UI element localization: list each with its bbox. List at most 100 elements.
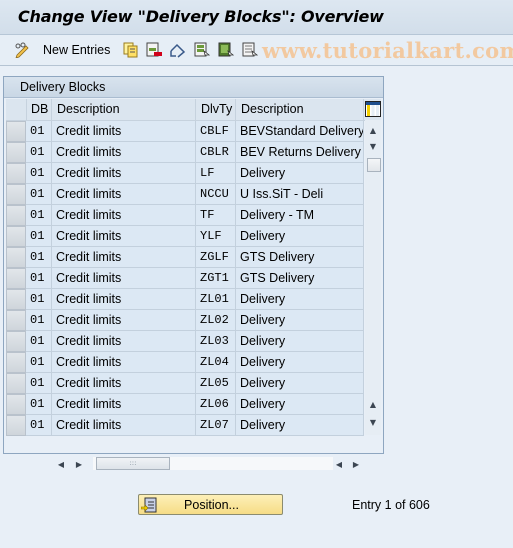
row-selector[interactable] <box>6 247 26 268</box>
scroll-page-down-button[interactable]: ▼ <box>365 414 381 430</box>
column-header-dlvty[interactable]: DlvTy <box>196 99 236 120</box>
cell-dlvty[interactable]: ZL02 <box>196 310 236 331</box>
row-selector[interactable] <box>6 268 26 289</box>
table-row[interactable]: 01 Credit limits ZL05 Delivery <box>6 373 364 394</box>
cell-description[interactable]: Credit limits <box>52 247 196 268</box>
table-row[interactable]: 01 Credit limits ZL04 Delivery <box>6 352 364 373</box>
row-selector[interactable] <box>6 289 26 310</box>
cell-dlvty[interactable]: NCCU <box>196 184 236 205</box>
table-row[interactable]: 01 Credit limits TF Delivery - TM <box>6 205 364 226</box>
cell-description[interactable]: Credit limits <box>52 373 196 394</box>
cell-dlvty[interactable]: ZL07 <box>196 415 236 436</box>
new-entries-button[interactable]: New Entries <box>43 41 110 59</box>
cell-description[interactable]: Credit limits <box>52 331 196 352</box>
cell-description[interactable]: Credit limits <box>52 268 196 289</box>
cell-dlvty[interactable]: ZL03 <box>196 331 236 352</box>
cell-dlvty[interactable]: ZGT1 <box>196 268 236 289</box>
cell-description[interactable]: Credit limits <box>52 205 196 226</box>
cell-db[interactable]: 01 <box>26 247 52 268</box>
scroll-right-button[interactable]: ▶ <box>72 456 86 472</box>
cell-db[interactable]: 01 <box>26 268 52 289</box>
cell-delivery-description[interactable]: GTS Delivery <box>236 268 364 289</box>
cell-description[interactable]: Credit limits <box>52 163 196 184</box>
vertical-scroll-thumb[interactable] <box>367 158 381 172</box>
cell-description[interactable]: Credit limits <box>52 121 196 142</box>
cell-delivery-description[interactable]: BEV Returns Delivery <box>236 142 364 163</box>
table-row[interactable]: 01 Credit limits ZL02 Delivery <box>6 310 364 331</box>
cell-db[interactable]: 01 <box>26 415 52 436</box>
table-row[interactable]: 01 Credit limits ZGT1 GTS Delivery <box>6 268 364 289</box>
scroll-left-end-button[interactable]: ◀ <box>332 456 346 472</box>
cell-delivery-description[interactable]: BEVStandard Delivery <box>236 121 364 142</box>
cell-delivery-description[interactable]: Delivery <box>236 331 364 352</box>
cell-db[interactable]: 01 <box>26 331 52 352</box>
row-selector[interactable] <box>6 331 26 352</box>
scroll-left-button[interactable]: ◀ <box>54 456 68 472</box>
row-selector[interactable] <box>6 310 26 331</box>
cell-db[interactable]: 01 <box>26 289 52 310</box>
cell-dlvty[interactable]: CBLR <box>196 142 236 163</box>
cell-dlvty[interactable]: ZGLF <box>196 247 236 268</box>
select-all-rows-button[interactable] <box>6 99 27 120</box>
table-row[interactable]: 01 Credit limits ZL01 Delivery <box>6 289 364 310</box>
cell-delivery-description[interactable]: Delivery <box>236 163 364 184</box>
table-row[interactable]: 01 Credit limits NCCU U Iss.SiT - Deli <box>6 184 364 205</box>
table-row[interactable]: 01 Credit limits CBLF BEVStandard Delivery <box>6 121 364 142</box>
cell-description[interactable]: Credit limits <box>52 310 196 331</box>
row-selector[interactable] <box>6 184 26 205</box>
delete-button[interactable] <box>146 41 162 59</box>
row-selector[interactable] <box>6 121 26 142</box>
cell-delivery-description[interactable]: Delivery <box>236 415 364 436</box>
cell-dlvty[interactable]: LF <box>196 163 236 184</box>
table-row[interactable]: 01 Credit limits ZL06 Delivery <box>6 394 364 415</box>
cell-delivery-description[interactable]: U Iss.SiT - Deli <box>236 184 364 205</box>
cell-delivery-description[interactable]: Delivery - TM <box>236 205 364 226</box>
cell-description[interactable]: Credit limits <box>52 415 196 436</box>
cell-delivery-description[interactable]: GTS Delivery <box>236 247 364 268</box>
row-selector[interactable] <box>6 205 26 226</box>
table-row[interactable]: 01 Credit limits YLF Delivery <box>6 226 364 247</box>
select-block-button[interactable] <box>218 41 234 59</box>
horizontal-scroll-thumb[interactable]: ::: <box>96 457 170 470</box>
row-selector[interactable] <box>6 142 26 163</box>
cell-db[interactable]: 01 <box>26 310 52 331</box>
cell-db[interactable]: 01 <box>26 142 52 163</box>
scroll-up-button[interactable]: ▲ <box>365 122 381 138</box>
table-settings-button[interactable] <box>365 101 381 117</box>
cell-dlvty[interactable]: CBLF <box>196 121 236 142</box>
cell-dlvty[interactable]: ZL06 <box>196 394 236 415</box>
row-selector[interactable] <box>6 394 26 415</box>
column-header-description[interactable]: Description <box>52 99 196 120</box>
cell-db[interactable]: 01 <box>26 394 52 415</box>
display-change-button[interactable] <box>14 41 32 59</box>
cell-description[interactable]: Credit limits <box>52 142 196 163</box>
cell-description[interactable]: Credit limits <box>52 394 196 415</box>
deselect-all-button[interactable] <box>242 41 258 59</box>
cell-db[interactable]: 01 <box>26 352 52 373</box>
column-header-delivery-description[interactable]: Description <box>236 99 364 120</box>
cell-delivery-description[interactable]: Delivery <box>236 394 364 415</box>
cell-delivery-description[interactable]: Delivery <box>236 289 364 310</box>
scroll-down-button[interactable]: ▼ <box>365 138 381 154</box>
column-header-db[interactable]: DB <box>26 99 52 120</box>
row-selector[interactable] <box>6 226 26 247</box>
cell-db[interactable]: 01 <box>26 205 52 226</box>
cell-dlvty[interactable]: YLF <box>196 226 236 247</box>
cell-dlvty[interactable]: TF <box>196 205 236 226</box>
position-button[interactable]: Position... <box>138 494 283 515</box>
cell-db[interactable]: 01 <box>26 184 52 205</box>
row-selector[interactable] <box>6 352 26 373</box>
cell-dlvty[interactable]: ZL01 <box>196 289 236 310</box>
vertical-scrollbar[interactable]: ▲ ▼ ▲ ▼ <box>365 120 381 435</box>
cell-delivery-description[interactable]: Delivery <box>236 310 364 331</box>
cell-db[interactable]: 01 <box>26 226 52 247</box>
undo-change-button[interactable] <box>169 41 187 59</box>
select-all-button[interactable] <box>194 41 210 59</box>
cell-delivery-description[interactable]: Delivery <box>236 352 364 373</box>
row-selector[interactable] <box>6 373 26 394</box>
table-row[interactable]: 01 Credit limits LF Delivery <box>6 163 364 184</box>
row-selector[interactable] <box>6 163 26 184</box>
table-row[interactable]: 01 Credit limits ZGLF GTS Delivery <box>6 247 364 268</box>
copy-as-button[interactable] <box>123 41 139 59</box>
scroll-right-end-button[interactable]: ▶ <box>349 456 363 472</box>
